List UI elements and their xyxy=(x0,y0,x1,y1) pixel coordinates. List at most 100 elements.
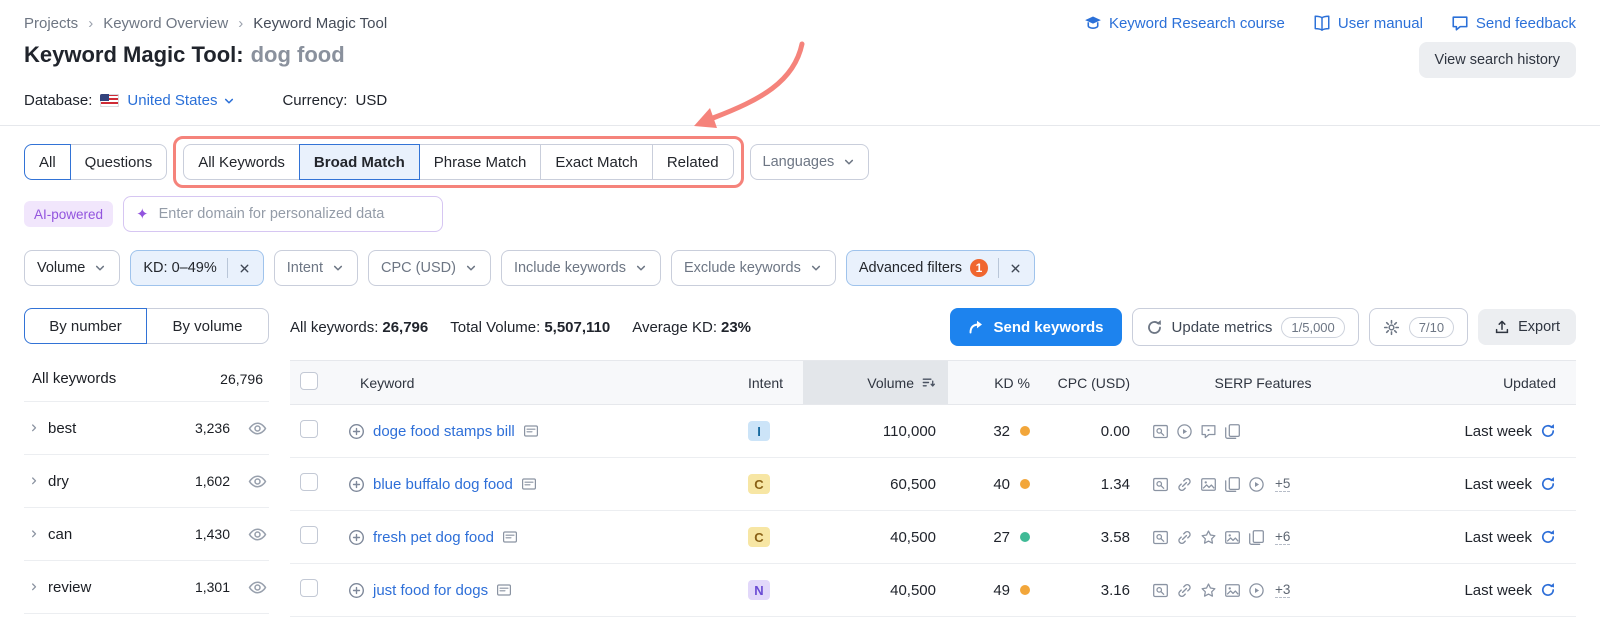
advanced-filters-button[interactable]: Advanced filters 1 xyxy=(845,250,1035,286)
star-icon xyxy=(1200,529,1217,546)
serp-snapshot-icon[interactable] xyxy=(496,582,512,598)
header-updated: Updated xyxy=(1503,374,1556,391)
add-keyword-icon[interactable] xyxy=(348,476,365,493)
select-all-checkbox[interactable] xyxy=(300,372,318,390)
user-manual-link[interactable]: User manual xyxy=(1313,14,1423,32)
summary-stats: All keywords: 26,796 Total Volume: 5,507,1… xyxy=(290,318,752,336)
keyword-link[interactable]: doge food stamps bill xyxy=(373,423,515,440)
stats-bar: All keywords: 26,796 Total Volume: 5,507,1… xyxy=(290,308,1576,346)
chevron-down-icon xyxy=(809,261,823,275)
tab-by-volume[interactable]: By volume xyxy=(146,308,269,344)
serp-snapshot-icon[interactable] xyxy=(502,529,518,545)
breadcrumb-projects[interactable]: Projects xyxy=(24,15,78,32)
keyword-link[interactable]: fresh pet dog food xyxy=(373,529,494,546)
image-icon xyxy=(1200,476,1217,493)
sidebar-group-review[interactable]: review 1,301 xyxy=(24,561,269,614)
currency-label: Currency: xyxy=(282,92,348,109)
volume-filter-dropdown[interactable]: Volume xyxy=(24,250,121,286)
tab-related[interactable]: Related xyxy=(651,144,734,180)
export-button[interactable]: Export xyxy=(1478,309,1576,345)
cpc-filter-dropdown[interactable]: CPC (USD) xyxy=(368,250,491,286)
currency-value: USD xyxy=(355,92,388,109)
kd-filter[interactable]: KD: 0–49% xyxy=(130,250,264,286)
chevron-down-icon xyxy=(331,261,345,275)
tab-all-keywords[interactable]: All Keywords xyxy=(183,144,300,180)
tab-by-number[interactable]: By number xyxy=(24,308,147,344)
sidebar-all-keywords[interactable]: All keywords 26,796 xyxy=(24,356,269,402)
clear-advanced-filters-icon[interactable] xyxy=(1009,262,1022,275)
keyword-research-course-link[interactable]: Keyword Research course xyxy=(1084,14,1285,32)
header-volume-sort[interactable]: Volume xyxy=(803,361,948,404)
header-intent: Intent xyxy=(748,374,784,391)
clear-kd-filter-icon[interactable] xyxy=(238,262,251,275)
tab-broad-match[interactable]: Broad Match xyxy=(298,144,420,180)
chevron-right-icon xyxy=(28,581,40,593)
kd-dot xyxy=(1020,426,1030,436)
eye-icon[interactable] xyxy=(248,525,267,544)
row-checkbox[interactable] xyxy=(300,526,318,544)
add-keyword-icon[interactable] xyxy=(348,529,365,546)
intent-badge: N xyxy=(748,580,770,600)
update-metrics-button[interactable]: Update metrics 1/5,000 xyxy=(1131,308,1359,346)
serp-preview-icon xyxy=(1152,582,1169,599)
include-keywords-dropdown[interactable]: Include keywords xyxy=(500,250,661,286)
send-keywords-button[interactable]: Send keywords xyxy=(950,308,1122,346)
view-search-history-button[interactable]: View search history xyxy=(1418,42,1576,78)
kd-value: 27 xyxy=(993,528,1010,546)
languages-dropdown[interactable]: Languages xyxy=(749,144,870,180)
update-metrics-quota: 1/5,000 xyxy=(1281,316,1345,338)
tab-all[interactable]: All xyxy=(24,144,71,180)
sparkle-icon: ✦ xyxy=(136,206,149,223)
sidebar-group-can[interactable]: can 1,430 xyxy=(24,508,269,561)
sidebar-group-best[interactable]: best 3,236 xyxy=(24,402,269,455)
eye-icon[interactable] xyxy=(248,578,267,597)
volume-value: 40,500 xyxy=(890,528,936,546)
tab-questions[interactable]: Questions xyxy=(69,144,168,180)
serp-preview-icon xyxy=(1152,476,1169,493)
metrics-settings-button[interactable]: 7/10 xyxy=(1368,308,1469,346)
serp-preview-icon xyxy=(1152,423,1169,440)
pill-divider xyxy=(998,258,999,278)
cpc-value: 3.58 xyxy=(1100,528,1130,546)
domain-input[interactable] xyxy=(156,205,431,223)
image-icon xyxy=(1224,529,1241,546)
eye-icon[interactable] xyxy=(248,472,267,491)
refresh-icon[interactable] xyxy=(1540,423,1556,439)
serp-snapshot-icon[interactable] xyxy=(521,476,537,492)
refresh-icon[interactable] xyxy=(1540,476,1556,492)
exclude-keywords-dropdown[interactable]: Exclude keywords xyxy=(670,250,836,286)
header-kd: KD % xyxy=(994,374,1030,391)
us-flag-icon xyxy=(100,94,120,107)
refresh-icon[interactable] xyxy=(1540,582,1556,598)
sidebar-group-dry[interactable]: dry 1,602 xyxy=(24,455,269,508)
intent-filter-dropdown[interactable]: Intent xyxy=(273,250,359,286)
pages-icon xyxy=(1224,476,1241,493)
add-keyword-icon[interactable] xyxy=(348,423,365,440)
serp-snapshot-icon[interactable] xyxy=(523,423,539,439)
breadcrumb-keyword-overview[interactable]: Keyword Overview xyxy=(103,15,228,32)
eye-icon[interactable] xyxy=(248,419,267,438)
serp-more-features[interactable]: +6 xyxy=(1275,529,1291,545)
ai-domain-row: AI-powered ✦ xyxy=(0,180,1600,232)
filters-row: Volume KD: 0–49% Intent CPC (USD) Includ… xyxy=(0,232,1600,286)
row-checkbox[interactable] xyxy=(300,420,318,438)
keywords-table: Keyword Intent Volume KD % CPC (USD) SER… xyxy=(290,360,1576,617)
refresh-icon[interactable] xyxy=(1540,529,1556,545)
tab-phrase-match[interactable]: Phrase Match xyxy=(418,144,542,180)
send-feedback-link[interactable]: Send feedback xyxy=(1451,14,1576,32)
cpc-value: 1.34 xyxy=(1100,475,1130,493)
chevron-down-icon xyxy=(222,94,236,108)
database-dropdown[interactable]: United States xyxy=(127,92,236,109)
row-checkbox[interactable] xyxy=(300,473,318,491)
tab-exact-match[interactable]: Exact Match xyxy=(540,144,653,180)
keyword-link[interactable]: blue buffalo dog food xyxy=(373,476,513,493)
sort-icon xyxy=(921,375,936,390)
header-keyword: Keyword xyxy=(360,374,415,391)
title-row: Keyword Magic Tool: dog food View search … xyxy=(0,32,1600,78)
row-checkbox[interactable] xyxy=(300,579,318,597)
serp-more-features[interactable]: +3 xyxy=(1275,582,1291,598)
keyword-link[interactable]: just food for dogs xyxy=(373,582,488,599)
add-keyword-icon[interactable] xyxy=(348,582,365,599)
updated-value: Last week xyxy=(1464,528,1532,546)
serp-more-features[interactable]: +5 xyxy=(1275,476,1291,492)
